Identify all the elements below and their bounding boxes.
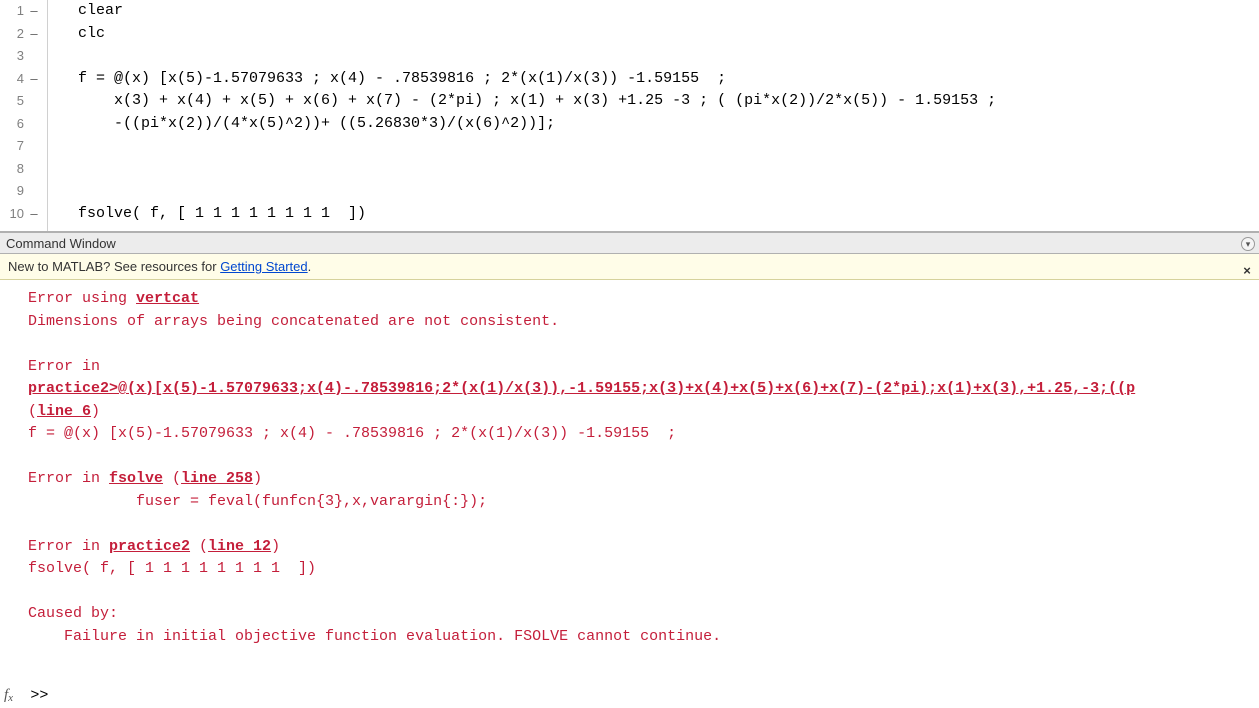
code-line[interactable]: f = @(x) [x(5)-1.57079633 ; x(4) - .7853… bbox=[48, 68, 1259, 91]
error-text: Error in bbox=[28, 470, 109, 487]
breakpoint-dash[interactable]: – bbox=[24, 68, 44, 91]
error-text: ( bbox=[163, 470, 181, 487]
line-number: 4 bbox=[0, 68, 24, 91]
tip-text-prefix: New to MATLAB? See resources for bbox=[8, 259, 220, 274]
error-text: Failure in initial objective function ev… bbox=[28, 628, 721, 645]
code-line[interactable]: -((pi*x(2))/(4*x(5)^2))+ ((5.26830*3)/(x… bbox=[48, 113, 1259, 136]
error-text: ) bbox=[91, 403, 100, 420]
editor-pane: 1– 2– 3 4– 5 6 7 8 9 10– clear clc f = @… bbox=[0, 0, 1259, 232]
error-link-vertcat[interactable]: vertcat bbox=[136, 290, 199, 307]
breakpoint-dash[interactable]: – bbox=[24, 0, 44, 23]
command-window-titlebar: Command Window ▾ bbox=[0, 232, 1259, 254]
line-number: 6 bbox=[0, 113, 24, 136]
gutter-row: 5 bbox=[0, 90, 47, 113]
getting-started-link[interactable]: Getting Started bbox=[220, 259, 307, 274]
code-line[interactable] bbox=[48, 45, 1259, 68]
gutter-row: 8 bbox=[0, 158, 47, 181]
error-text: ( bbox=[190, 538, 208, 555]
line-number: 7 bbox=[0, 135, 24, 158]
command-prompt-row[interactable]: fx >> bbox=[0, 683, 1259, 707]
error-text: f = @(x) [x(5)-1.57079633 ; x(4) - .7853… bbox=[28, 425, 676, 442]
code-line[interactable]: x(3) + x(4) + x(5) + x(6) + x(7) - (2*pi… bbox=[48, 90, 1259, 113]
error-link-line12[interactable]: line 12 bbox=[208, 538, 271, 555]
gutter-row: 9 bbox=[0, 180, 47, 203]
error-text: Dimensions of arrays being concatenated … bbox=[28, 313, 559, 330]
close-icon[interactable]: × bbox=[1239, 258, 1255, 274]
error-text: ) bbox=[253, 470, 262, 487]
error-text: Error in bbox=[28, 538, 109, 555]
error-link-practice2[interactable]: practice2 bbox=[109, 538, 190, 555]
code-line[interactable]: fsolve( f, [ 1 1 1 1 1 1 1 1 ]) bbox=[48, 203, 1259, 226]
code-line[interactable]: clear bbox=[48, 0, 1259, 23]
code-line[interactable] bbox=[48, 135, 1259, 158]
error-link-line258[interactable]: line 258 bbox=[181, 470, 253, 487]
command-window-title: Command Window bbox=[6, 236, 116, 251]
editor-gutter: 1– 2– 3 4– 5 6 7 8 9 10– bbox=[0, 0, 48, 231]
command-window-output[interactable]: Error using vertcat Dimensions of arrays… bbox=[0, 280, 1259, 648]
line-number: 2 bbox=[0, 23, 24, 46]
error-text: Error using bbox=[28, 290, 136, 307]
editor-code-area[interactable]: clear clc f = @(x) [x(5)-1.57079633 ; x(… bbox=[48, 0, 1259, 231]
line-number: 10 bbox=[0, 203, 24, 226]
line-number: 9 bbox=[0, 180, 24, 203]
code-line[interactable]: clc bbox=[48, 23, 1259, 46]
panel-menu-icon[interactable]: ▾ bbox=[1241, 237, 1255, 251]
line-number: 1 bbox=[0, 0, 24, 23]
error-text: ) bbox=[271, 538, 280, 555]
gutter-row: 2– bbox=[0, 23, 47, 46]
gutter-row: 3 bbox=[0, 45, 47, 68]
error-link-line6[interactable]: line 6 bbox=[37, 403, 91, 420]
gutter-row: 4– bbox=[0, 68, 47, 91]
line-number: 8 bbox=[0, 158, 24, 181]
fx-icon[interactable]: fx bbox=[0, 683, 22, 708]
gutter-row: 10– bbox=[0, 203, 47, 226]
error-text: fsolve( f, [ 1 1 1 1 1 1 1 1 ]) bbox=[28, 560, 316, 577]
error-text: Caused by: bbox=[28, 605, 118, 622]
code-line[interactable] bbox=[48, 158, 1259, 181]
error-text: fuser = feval(funfcn{3},x,varargin{:}); bbox=[28, 493, 487, 510]
breakpoint-dash[interactable]: – bbox=[24, 23, 44, 46]
getting-started-tip: New to MATLAB? See resources for Getting… bbox=[0, 254, 1259, 280]
line-number: 5 bbox=[0, 90, 24, 113]
command-prompt[interactable]: >> bbox=[30, 684, 57, 708]
tip-text-suffix: . bbox=[308, 259, 312, 274]
gutter-row: 7 bbox=[0, 135, 47, 158]
line-number: 3 bbox=[0, 45, 24, 68]
error-link-practice2-anon[interactable]: practice2>@(x)[x(5)-1.57079633;x(4)-.785… bbox=[28, 380, 1135, 397]
gutter-row: 1– bbox=[0, 0, 47, 23]
breakpoint-dash[interactable]: – bbox=[24, 203, 44, 226]
error-text: ( bbox=[28, 403, 37, 420]
code-line[interactable] bbox=[48, 180, 1259, 203]
error-text: Error in bbox=[28, 358, 100, 375]
error-link-fsolve[interactable]: fsolve bbox=[109, 470, 163, 487]
gutter-row: 6 bbox=[0, 113, 47, 136]
